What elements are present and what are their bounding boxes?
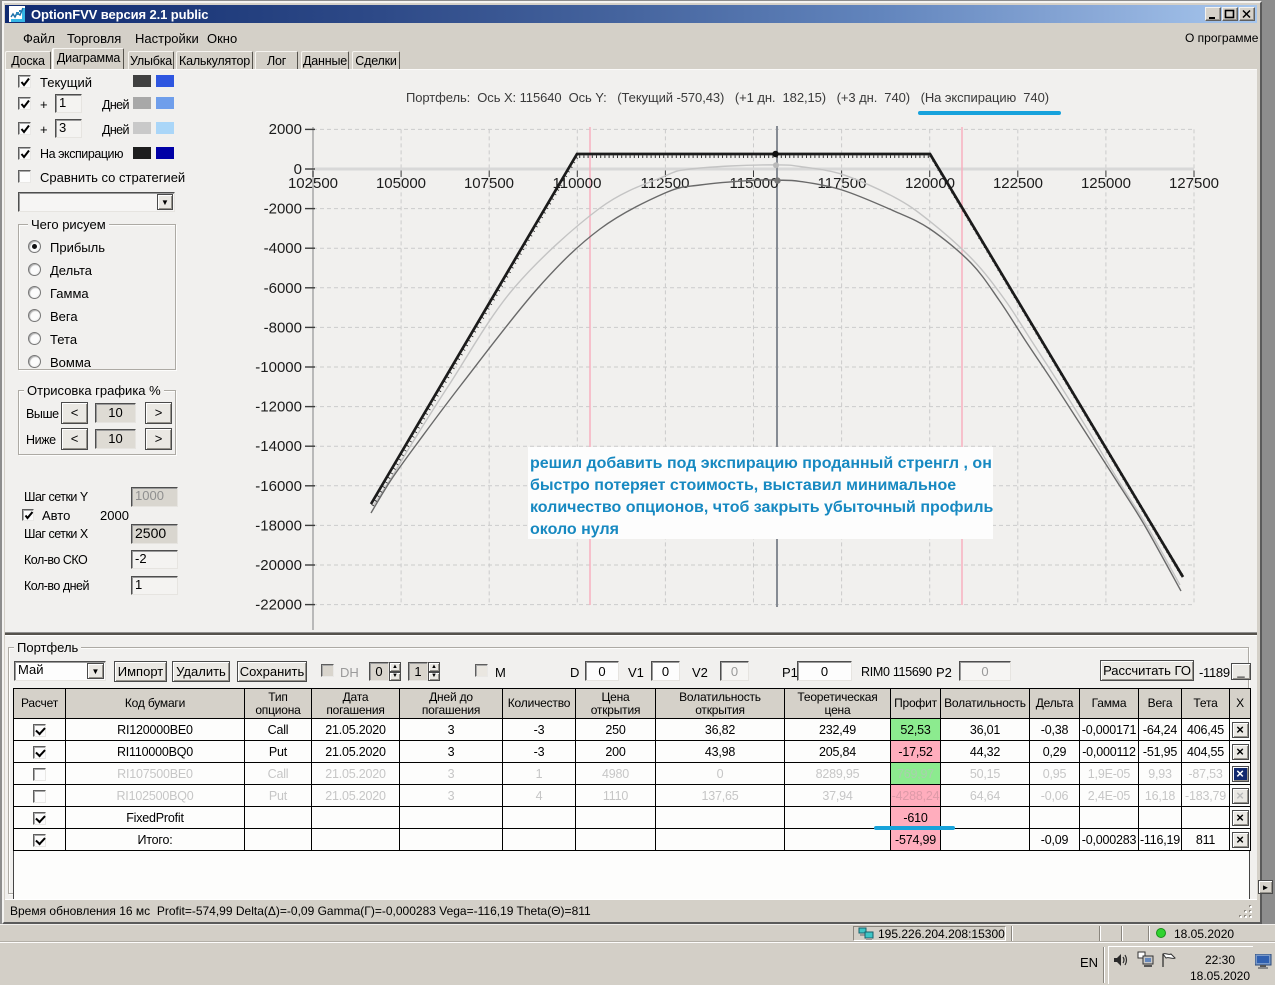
svg-text:около нуля: около нуля [530, 521, 619, 538]
svg-text:количество опционов, чтоб зак: количество опционов, чтоб закрыть убыточ… [530, 499, 994, 516]
svg-text:122500: 122500 [993, 175, 1043, 192]
svg-text:-4000: -4000 [264, 240, 302, 257]
svg-text:-22000: -22000 [255, 597, 302, 614]
svg-text:102500: 102500 [288, 175, 338, 192]
svg-text:-6000: -6000 [264, 280, 302, 297]
svg-text:-12000: -12000 [255, 399, 302, 416]
svg-text:-8000: -8000 [264, 319, 302, 336]
svg-text:-16000: -16000 [255, 478, 302, 495]
svg-text:2000: 2000 [269, 121, 302, 138]
svg-text:решил добавить под экспирацию: решил добавить под экспирацию проданный … [530, 455, 992, 472]
svg-text:-10000: -10000 [255, 359, 302, 376]
svg-text:быстро потеряет стоимость, выс: быстро потеряет стоимость, выставил мини… [530, 477, 956, 494]
svg-text:-20000: -20000 [255, 557, 302, 574]
svg-text:-14000: -14000 [255, 438, 302, 455]
svg-text:125000: 125000 [1081, 175, 1131, 192]
svg-text:127500: 127500 [1169, 175, 1219, 192]
svg-text:-18000: -18000 [255, 517, 302, 534]
svg-text:115000: 115000 [730, 175, 779, 192]
svg-text:-2000: -2000 [264, 201, 302, 218]
svg-text:107500: 107500 [464, 175, 514, 192]
svg-text:105000: 105000 [376, 175, 426, 192]
